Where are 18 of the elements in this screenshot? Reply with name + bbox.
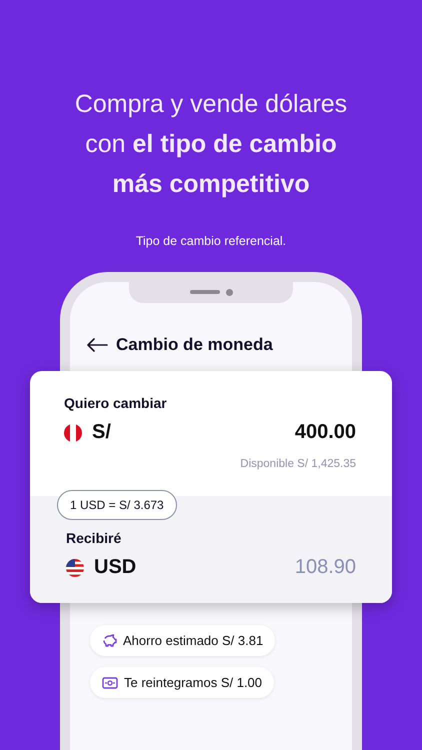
banknote-icon <box>102 676 118 688</box>
send-label: Quiero cambiar <box>64 395 168 411</box>
back-arrow-icon[interactable] <box>86 338 108 352</box>
subtitle: Tipo de cambio referencial. <box>136 234 286 248</box>
chip-text: Te reintegramos S/ 1.00 <box>124 675 262 690</box>
flag-icon <box>66 558 84 576</box>
chip-text: Ahorro estimado S/ 3.81 <box>123 633 264 648</box>
currency-code[interactable]: S/ <box>92 421 111 444</box>
available-balance: Disponible S/ 1,425.35 <box>239 458 356 470</box>
piggy-bank-icon <box>102 634 117 647</box>
headline: Compra y vende dólares con el tipo de cambio más competitivo <box>74 89 348 200</box>
rate-chip: 1 USD = S/ 3.673 <box>57 490 177 520</box>
currency-code[interactable]: USD <box>94 556 136 579</box>
amount-field[interactable]: 400.00 <box>294 421 356 444</box>
screen-title: Cambio de moneda <box>116 335 273 355</box>
received-amount: 108.90 <box>294 556 356 579</box>
flag-icon <box>64 424 82 442</box>
receive-label: Recibiré <box>66 530 122 546</box>
